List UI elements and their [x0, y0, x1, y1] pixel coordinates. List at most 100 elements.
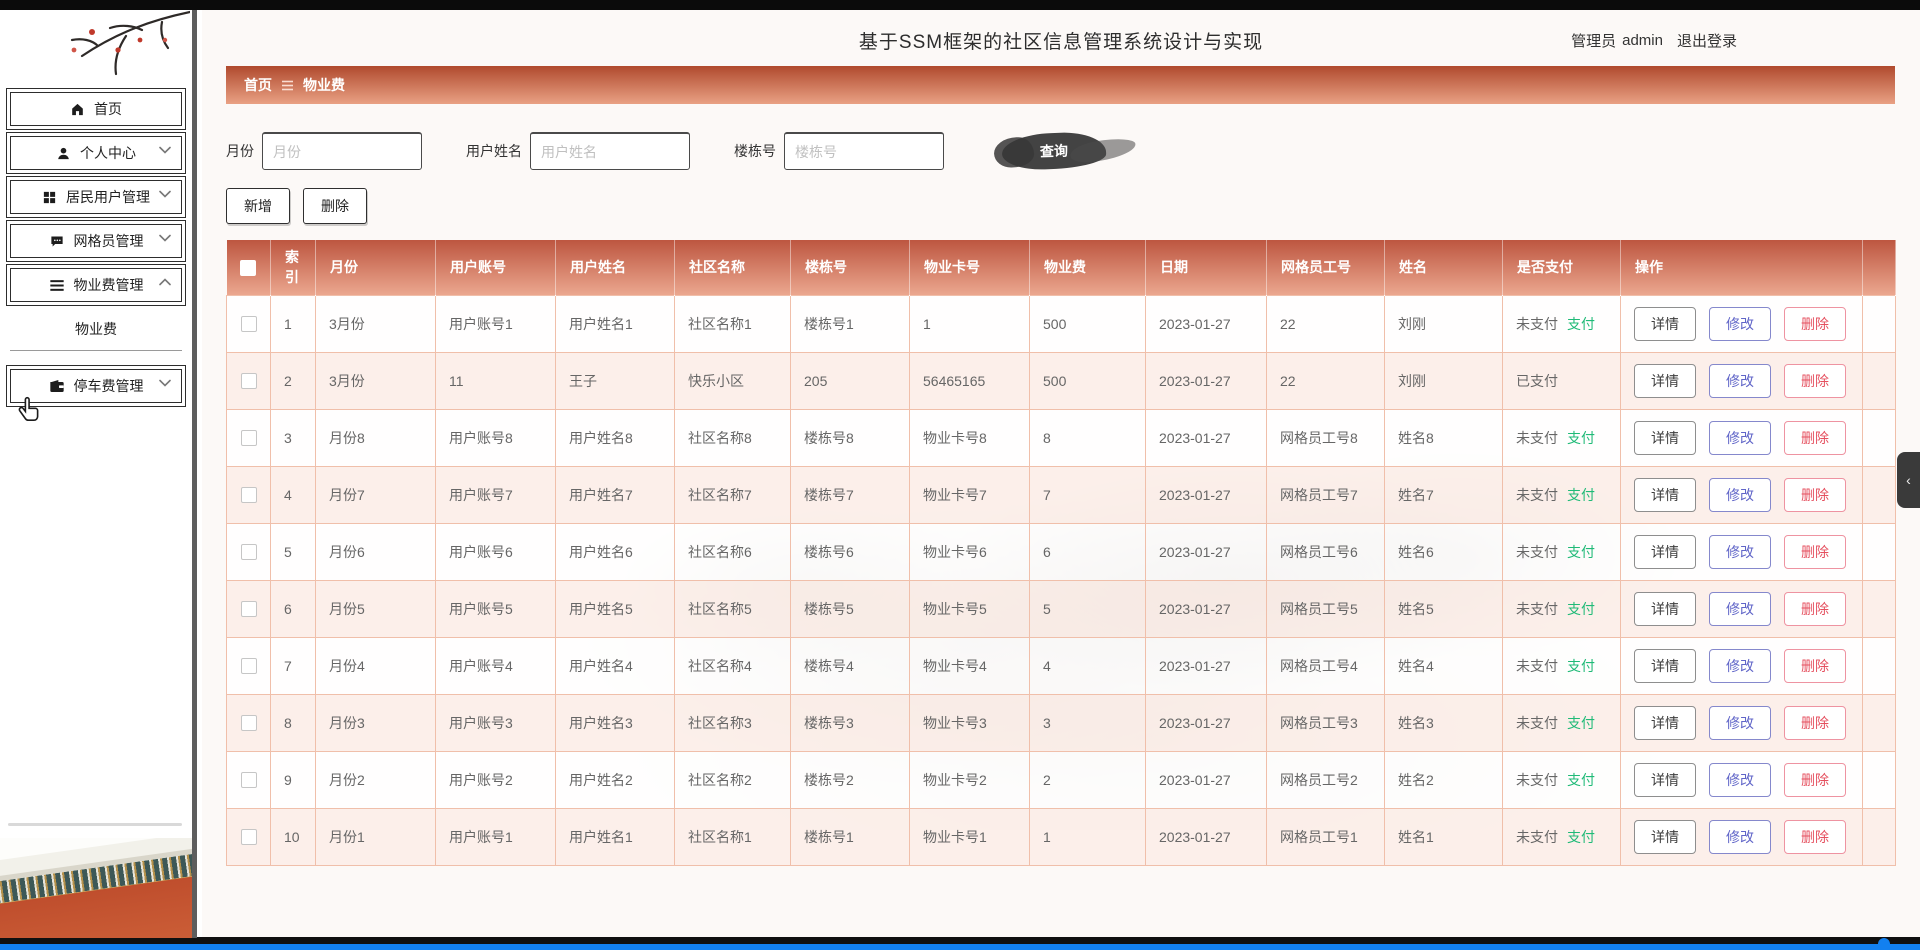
- row-edit-button[interactable]: 修改: [1709, 591, 1771, 626]
- row-delete-button[interactable]: 删除: [1784, 819, 1846, 854]
- panel-collapse-tab[interactable]: ‹: [1897, 452, 1920, 508]
- row-delete-button[interactable]: 删除: [1784, 306, 1846, 341]
- row-detail-button[interactable]: 详情: [1634, 762, 1696, 797]
- cell-date: 2023-01-27: [1145, 807, 1267, 866]
- pay-status-text: 未支付: [1516, 486, 1558, 503]
- row-delete-button[interactable]: 删除: [1784, 591, 1846, 626]
- cell-worker_name: 姓名6: [1384, 522, 1503, 581]
- pay-link[interactable]: 支付: [1567, 715, 1595, 731]
- row-checkbox-cell: [226, 807, 271, 866]
- cell-fee: 4: [1029, 636, 1146, 695]
- cell-fee: 3: [1029, 693, 1146, 752]
- row-checkbox-cell: [226, 465, 271, 524]
- user-name-input[interactable]: [530, 132, 690, 170]
- table-row: 3 月份8 用户账号8 用户姓名8 社区名称8 楼栋号8 物业卡号8 8 2023-01-27 网…: [226, 408, 1896, 467]
- month-input[interactable]: [262, 132, 422, 170]
- row-checkbox[interactable]: [240, 316, 257, 333]
- row-edit-button[interactable]: 修改: [1709, 762, 1771, 797]
- row-detail-button[interactable]: 详情: [1634, 705, 1696, 740]
- row-delete-button[interactable]: 删除: [1784, 705, 1846, 740]
- cell-user_name: 用户姓名1: [555, 294, 675, 353]
- row-detail-button[interactable]: 详情: [1634, 363, 1696, 398]
- row-edit-button[interactable]: 修改: [1709, 534, 1771, 569]
- cell-card_no: 1: [909, 294, 1030, 353]
- row-delete-button[interactable]: 删除: [1784, 534, 1846, 569]
- row-checkbox[interactable]: [240, 829, 257, 846]
- cell-actions: 详情 修改 删除: [1620, 807, 1863, 866]
- row-detail-button[interactable]: 详情: [1634, 477, 1696, 512]
- pay-link[interactable]: 支付: [1567, 544, 1595, 560]
- row-edit-button[interactable]: 修改: [1709, 420, 1771, 455]
- row-edit-button[interactable]: 修改: [1709, 819, 1771, 854]
- row-edit-button[interactable]: 修改: [1709, 705, 1771, 740]
- row-detail-button[interactable]: 详情: [1634, 306, 1696, 341]
- row-checkbox[interactable]: [240, 772, 257, 789]
- pay-link[interactable]: 支付: [1567, 601, 1595, 617]
- bottom-scroll-bar[interactable]: [0, 944, 1920, 950]
- row-checkbox[interactable]: [240, 658, 257, 675]
- sidebar-item-property-fee-mgmt[interactable]: 物业费管理: [6, 264, 186, 306]
- row-checkbox[interactable]: [240, 544, 257, 561]
- pay-link[interactable]: 支付: [1567, 487, 1595, 503]
- row-delete-button[interactable]: 删除: [1784, 477, 1846, 512]
- row-checkbox[interactable]: [240, 715, 257, 732]
- row-edit-button[interactable]: 修改: [1709, 306, 1771, 341]
- property-fee-table: 索引 月份 用户账号 用户姓名 社区名称 楼栋号 物业卡号 物业费 日期 网格员工号 姓名 是否支付操…: [226, 240, 1896, 866]
- cell-user_name: 用户姓名3: [555, 693, 675, 752]
- cell-actions: 详情 修改 删除: [1620, 522, 1863, 581]
- pay-link[interactable]: 支付: [1567, 316, 1595, 332]
- building-no-input[interactable]: [784, 132, 944, 170]
- row-edit-button[interactable]: 修改: [1709, 477, 1771, 512]
- pay-link[interactable]: 支付: [1567, 430, 1595, 446]
- row-detail-button[interactable]: 详情: [1634, 819, 1696, 854]
- sidebar-divider: [8, 823, 182, 826]
- row-checkbox-cell: [226, 522, 271, 581]
- row-edit-button[interactable]: 修改: [1709, 363, 1771, 398]
- delete-button[interactable]: 删除: [303, 188, 367, 224]
- row-checkbox[interactable]: [240, 487, 257, 504]
- row-delete-button[interactable]: 删除: [1784, 762, 1846, 797]
- row-delete-button[interactable]: 删除: [1784, 420, 1846, 455]
- sidebar-item-profile[interactable]: 个人中心: [6, 132, 186, 174]
- cell-month: 月份5: [315, 579, 436, 638]
- row-checkbox[interactable]: [240, 601, 257, 618]
- row-checkbox[interactable]: [240, 373, 257, 390]
- cell-month: 3月份: [315, 351, 436, 410]
- sidebar-subitem-property-fee[interactable]: 物业费: [6, 314, 186, 344]
- cell-card_no: 物业卡号1: [909, 807, 1030, 866]
- row-delete-button[interactable]: 删除: [1784, 648, 1846, 683]
- pay-link[interactable]: 支付: [1567, 658, 1595, 674]
- query-button[interactable]: 查询: [1001, 131, 1107, 171]
- cell-worker_no: 网格员工号3: [1266, 693, 1385, 752]
- gutter-cell: [1862, 636, 1896, 695]
- row-detail-button[interactable]: 详情: [1634, 534, 1696, 569]
- row-detail-button[interactable]: 详情: [1634, 420, 1696, 455]
- logout-link[interactable]: 退出登录: [1677, 30, 1737, 51]
- add-button[interactable]: 新增: [226, 188, 290, 224]
- pay-link[interactable]: 支付: [1567, 772, 1595, 788]
- row-edit-button[interactable]: 修改: [1709, 648, 1771, 683]
- row-checkbox[interactable]: [240, 430, 257, 447]
- sidebar-item-inner: 网格员管理: [10, 224, 182, 258]
- cell-worker_name: 姓名5: [1384, 579, 1503, 638]
- table-row: 6 月份5 用户账号5 用户姓名5 社区名称5 楼栋号5 物业卡号5 5 2023-01-27 网…: [226, 579, 1896, 638]
- sidebar-item-residents[interactable]: 居民用户管理: [6, 176, 186, 218]
- sidebar-item-grid-workers[interactable]: 网格员管理: [6, 220, 186, 262]
- breadcrumb-home-link[interactable]: 首页: [244, 75, 272, 95]
- cell-building: 楼栋号7: [790, 465, 910, 524]
- row-detail-button[interactable]: 详情: [1634, 648, 1696, 683]
- cell-worker_name: 刘刚: [1384, 351, 1503, 410]
- cell-worker_no: 网格员工号8: [1266, 408, 1385, 467]
- gutter-cell: [1862, 693, 1896, 752]
- cell-actions: 详情 修改 删除: [1620, 693, 1863, 752]
- row-delete-button[interactable]: 删除: [1784, 363, 1846, 398]
- grid-icon: [42, 190, 57, 205]
- sidebar-item-home[interactable]: 首页: [6, 88, 186, 130]
- scroll-indicator-dot[interactable]: [1878, 938, 1890, 950]
- select-all-checkbox[interactable]: [240, 260, 257, 277]
- pay-link[interactable]: 支付: [1567, 829, 1595, 845]
- row-detail-button[interactable]: 详情: [1634, 591, 1696, 626]
- cell-worker_name: 姓名4: [1384, 636, 1503, 695]
- cell-index: 4: [270, 465, 316, 524]
- chevron-down-icon: [159, 234, 171, 242]
